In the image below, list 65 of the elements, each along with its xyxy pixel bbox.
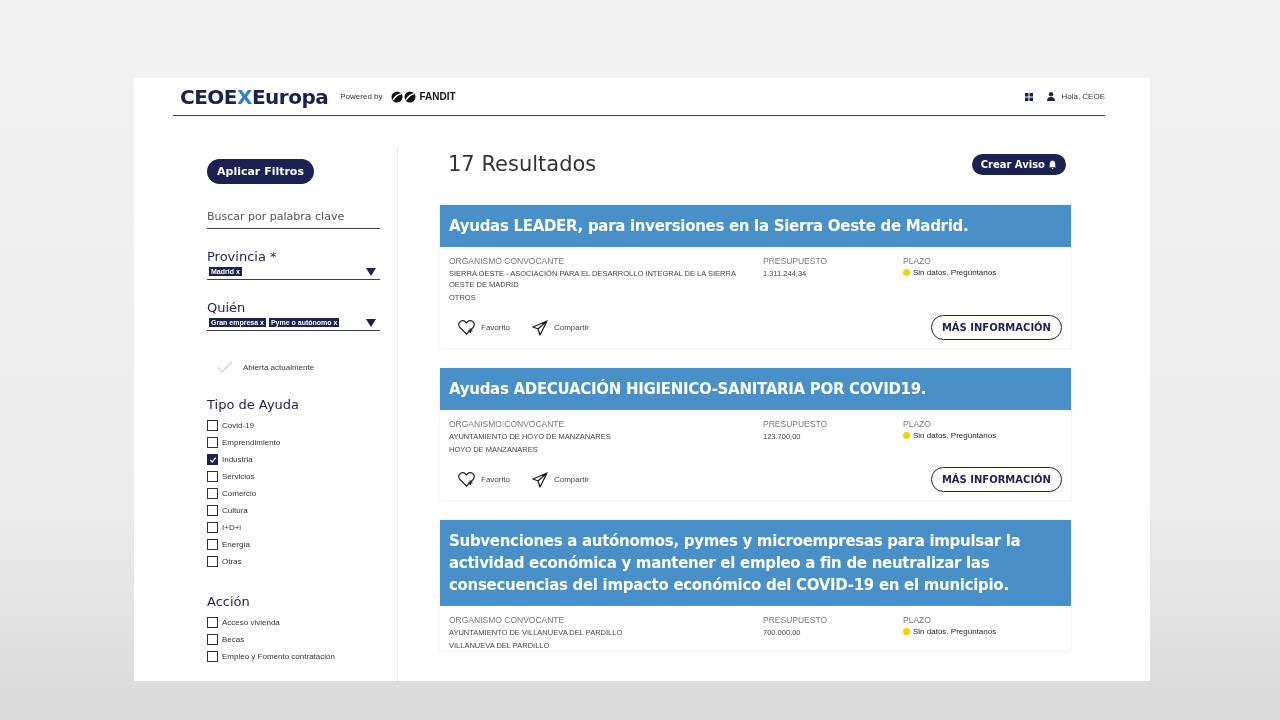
partner-logo-icon: [390, 90, 417, 103]
more-info-button[interactable]: MÁS INFORMACIÓN: [930, 467, 1062, 492]
deadline-value: Sin datos. Pregúntanos: [913, 268, 997, 277]
info-label: PRESUPUESTO: [763, 615, 829, 625]
info-label: ORGANISMO CONVOCANTE: [449, 256, 566, 266]
heart-plus-icon: [458, 472, 475, 487]
dropdown-caret-icon: [366, 267, 376, 276]
grid-icon[interactable]: [1025, 92, 1034, 101]
more-info-button[interactable]: MÁS INFORMACIÓN: [930, 315, 1062, 340]
checkbox-label: Covid-19: [222, 421, 254, 430]
info-label: PRESUPUESTO: [763, 419, 829, 429]
checkbox[interactable]: [207, 471, 218, 482]
apply-filters-button[interactable]: Aplicar Filtros: [207, 159, 314, 184]
checkbox[interactable]: [207, 651, 218, 662]
open-now-label: Abierta actualmente: [243, 362, 315, 372]
checkbox[interactable]: [207, 420, 218, 431]
checkbox[interactable]: [207, 488, 218, 499]
share-button[interactable]: Compartir: [531, 319, 590, 336]
create-alert-button[interactable]: Crear Aviso: [971, 153, 1066, 175]
deadline-value: Sin datos. Pregúntanos: [913, 431, 997, 440]
info-label: PLAZO: [903, 615, 932, 625]
powered-by-text: Powered by: [340, 92, 383, 101]
checkbox-label: Industria: [222, 455, 253, 464]
favorite-button[interactable]: Favorito: [458, 472, 510, 487]
paper-plane-icon: [531, 471, 548, 488]
checkbox-label: Servicios: [222, 472, 255, 481]
checkbox-label: Comercio: [222, 489, 257, 498]
info-label: PRESUPUESTO: [763, 256, 829, 266]
checkbox-label: Cultura: [222, 506, 248, 515]
partner-name: FANDIT: [419, 91, 456, 102]
heart-plus-icon: [458, 320, 475, 335]
favorite-button[interactable]: Favorito: [458, 320, 510, 335]
filter-label: Quién: [207, 300, 247, 315]
checkbox[interactable]: [207, 539, 218, 550]
deadline-value: Sin datos. Pregúntanos: [913, 627, 997, 636]
user-greeting[interactable]: Hola, CEOE: [1061, 92, 1105, 101]
share-button[interactable]: Compartir: [531, 471, 590, 488]
checkbox[interactable]: [207, 556, 218, 567]
checkbox[interactable]: [207, 522, 218, 533]
bell-icon: [1048, 159, 1057, 169]
checkbox-label: I+D+i: [222, 523, 242, 532]
checkbox[interactable]: [207, 437, 218, 448]
user-icon[interactable]: [1047, 92, 1056, 101]
checkbox-label: Otras: [222, 557, 242, 566]
check-icon[interactable]: [217, 361, 233, 373]
results-count-title: 17 Resultados: [448, 152, 597, 176]
checkbox[interactable]: [207, 505, 218, 516]
info-label: PLAZO: [903, 419, 932, 429]
checkbox[interactable]: [207, 617, 218, 628]
checkbox[interactable]: [207, 454, 218, 465]
info-label: ORGANISMO CONVOCANTE: [449, 419, 566, 429]
filter-group-title: Tipo de Ayuda: [207, 397, 301, 412]
paper-plane-icon: [531, 319, 548, 336]
filter-label: Provincia *: [207, 249, 278, 264]
info-label: ORGANISMO CONVOCANTE: [449, 615, 566, 625]
checkbox-label: Energía: [222, 540, 251, 549]
checkbox-label: Emprendimiento: [222, 438, 281, 447]
checkbox-label: Empleo y Fomento contratación: [222, 652, 335, 661]
checkbox-label: Acceso vivienda: [222, 618, 280, 627]
checkbox-label: Becas: [222, 635, 245, 644]
checkbox[interactable]: [207, 634, 218, 645]
dropdown-caret-icon: [366, 318, 376, 327]
filter-group-title: Acción: [207, 594, 251, 609]
logo[interactable]: CEOEXEuropa: [180, 84, 329, 109]
info-label: PLAZO: [903, 256, 932, 266]
